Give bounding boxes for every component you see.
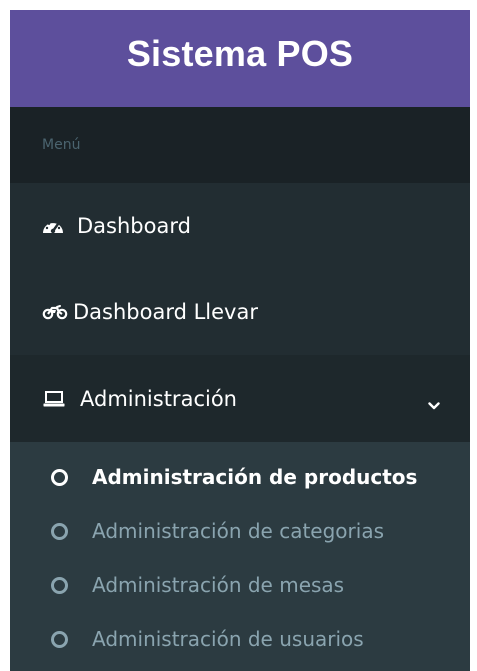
sidebar-item-label: Dashboard [77, 214, 191, 238]
submenu-item-label: Administración de categorias [92, 519, 385, 543]
chevron-down-icon[interactable] [428, 391, 440, 415]
circle-icon [51, 522, 68, 540]
circle-icon [51, 468, 68, 486]
submenu-item-productos[interactable]: Administración de productos [10, 450, 470, 504]
submenu-item-label: Administración de productos [92, 465, 418, 489]
circle-icon [51, 576, 68, 594]
sidebar-item-dashboard[interactable]: Dashboard [10, 183, 470, 269]
app-frame: Sistema POS Menú Dashboard Dashboard Lle… [10, 10, 470, 671]
sidebar-item-dashboard-llevar[interactable]: Dashboard Llevar [10, 269, 470, 355]
administracion-submenu: Administración de productos Administraci… [10, 442, 470, 671]
submenu-item-usuarios[interactable]: Administración de usuarios [10, 612, 470, 666]
menu-header: Menú [10, 107, 470, 183]
sidebar: Menú Dashboard Dashboard Llevar Administ… [10, 107, 470, 671]
submenu-item-mesas[interactable]: Administración de mesas [10, 558, 470, 612]
sidebar-item-label: Administración [80, 386, 237, 411]
brand-bar: Sistema POS [10, 10, 470, 107]
submenu-item-label: Administración de usuarios [92, 627, 364, 651]
sidebar-item-label: Dashboard Llevar [73, 300, 258, 324]
motorcycle-icon [42, 303, 68, 321]
brand-title[interactable]: Sistema POS [10, 30, 470, 78]
sidebar-item-administracion[interactable]: Administración [10, 355, 470, 442]
submenu-item-label: Administración de mesas [92, 573, 345, 597]
circle-icon [51, 630, 68, 648]
laptop-icon [43, 390, 65, 408]
tachometer-icon [42, 217, 64, 235]
submenu-item-categorias[interactable]: Administración de categorias [10, 504, 470, 558]
